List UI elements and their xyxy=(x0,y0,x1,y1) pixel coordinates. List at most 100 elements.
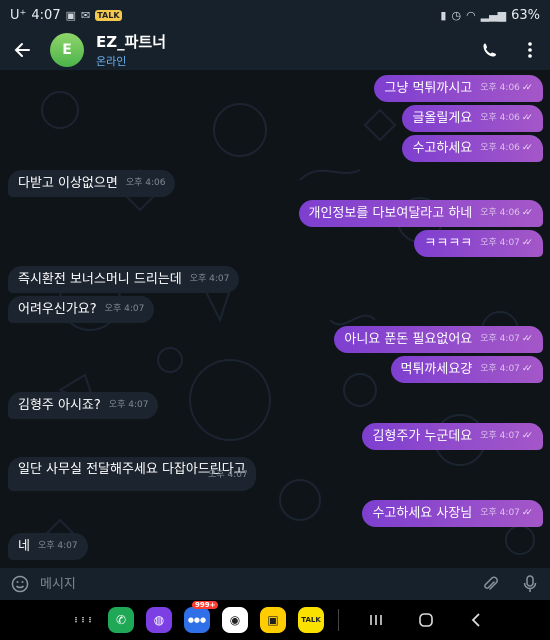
message-text: 글올릴게요 xyxy=(412,111,473,126)
battery-level: 63% xyxy=(511,7,540,23)
message-text: 아니요 푼돈 필요없어요 xyxy=(344,332,473,347)
carrier-label: U⁺ xyxy=(10,7,27,23)
taskbar-divider xyxy=(338,609,339,631)
home-icon[interactable] xyxy=(401,600,451,640)
incoming-message[interactable]: 네 오후 4:07 xyxy=(8,533,88,560)
message-timestamp: 오후 4:07 xyxy=(104,304,145,314)
microphone-icon[interactable] xyxy=(510,568,550,600)
outgoing-message[interactable]: ㅋㅋㅋㅋ 오후 4:07 ✓✓ xyxy=(414,230,543,257)
app-icon-glyph: ◍ xyxy=(153,613,165,627)
alarm-icon: ◷ xyxy=(451,8,462,22)
message-timestamp: 오후 4:07 xyxy=(37,541,78,551)
chat-title-block[interactable]: EZ_파트너 온라인 xyxy=(96,31,166,69)
read-receipt-icon: ✓✓ xyxy=(521,143,533,153)
message-time: 오후 4:06 ✓✓ xyxy=(480,75,533,102)
notification-count-badge: 999+ xyxy=(192,601,219,609)
message-notification-icon: ✉ xyxy=(81,8,91,22)
message-text: 다받고 이상없으면 xyxy=(18,176,118,191)
app-icon-glyph: ◉ xyxy=(229,613,241,627)
message-timestamp: 오후 4:07 xyxy=(208,470,248,480)
back-arrow-icon[interactable] xyxy=(0,30,44,70)
read-receipt-icon: ✓✓ xyxy=(521,431,533,441)
message-list[interactable]: 그냥 먹튀까시고 오후 4:06 ✓✓ 글올릴게요 오후 4:06 ✓✓ 수고하세요 오후 4… xyxy=(0,70,550,568)
messages-app-icon[interactable]: ●●● 999+ xyxy=(184,601,219,633)
outgoing-message[interactable]: 먹튀까세요걍 오후 4:07 ✓✓ xyxy=(390,356,543,383)
incoming-message[interactable]: 즉시환전 보너스머니 드리는데 오후 4:07 xyxy=(8,266,240,293)
message-timestamp: 오후 4:07 xyxy=(480,334,520,344)
attach-icon[interactable] xyxy=(470,568,510,600)
message-time: 오후 4:06 xyxy=(126,170,166,197)
chat-title: EZ_파트너 xyxy=(96,33,167,51)
message-time: 오후 4:07 xyxy=(105,296,145,323)
message-time: 오후 4:07 ✓✓ xyxy=(480,356,533,383)
clock: 4:07 xyxy=(31,7,61,23)
outgoing-message[interactable]: 아니요 푼돈 필요없어요 오후 4:07 ✓✓ xyxy=(334,326,543,353)
wifi-icon: ◠ xyxy=(466,8,476,22)
message-text: 네 xyxy=(18,539,30,554)
message-time: 오후 4:07 ✓✓ xyxy=(480,230,533,257)
signal-icon: ▂▄▆ xyxy=(480,8,507,22)
message-time: 오후 4:06 ✓✓ xyxy=(480,105,533,132)
incoming-message[interactable]: 김형주 아시죠? 오후 4:07 xyxy=(8,392,159,419)
kakaotalk-app-icon[interactable]: TALK xyxy=(298,607,324,633)
message-timestamp: 오후 4:06 xyxy=(480,143,520,153)
battery-saver-icon: ▮ xyxy=(440,8,447,22)
phone-call-icon[interactable] xyxy=(470,30,510,70)
message-timestamp: 오후 4:07 xyxy=(189,274,230,284)
outgoing-message[interactable]: 그냥 먹튀까시고 오후 4:06 ✓✓ xyxy=(374,75,543,102)
app-icon-glyph: TALK xyxy=(301,616,321,624)
incoming-message[interactable]: 다받고 이상없으면 오후 4:06 xyxy=(8,170,176,197)
more-options-icon[interactable] xyxy=(510,30,550,70)
message-timestamp: 오후 4:06 xyxy=(125,178,166,188)
outgoing-message[interactable]: 김형주가 누군데요 오후 4:07 ✓✓ xyxy=(362,423,543,450)
avatar[interactable]: E xyxy=(50,33,84,67)
outgoing-message[interactable]: 글올릴게요 오후 4:06 ✓✓ xyxy=(402,105,543,132)
outgoing-message[interactable]: 개인정보를 다보여달라고 하네 오후 4:06 ✓✓ xyxy=(298,200,543,227)
message-time: 오후 4:07 xyxy=(190,266,230,293)
kakaopage-app-icon[interactable]: ▣ xyxy=(260,607,286,633)
status-bar: U⁺ 4:07 ▣ ✉ TALK ▮ ◷ ◠ ▂▄▆ 63% xyxy=(0,0,550,30)
message-timestamp: 오후 4:07 xyxy=(480,508,520,518)
read-receipt-icon: ✓✓ xyxy=(521,113,533,123)
outgoing-message[interactable]: 수고하세요 오후 4:06 ✓✓ xyxy=(402,135,543,162)
message-text: 김형주가 누군데요 xyxy=(372,429,473,444)
message-text: 수고하세요 사장님 xyxy=(372,506,473,521)
message-timestamp: 오후 4:07 xyxy=(480,431,520,441)
app-icon-glyph: ▣ xyxy=(267,613,279,627)
system-back-icon[interactable] xyxy=(451,600,501,640)
recent-apps-icon[interactable] xyxy=(351,600,401,640)
message-text: 수고하세요 xyxy=(412,141,473,156)
message-time: 오후 4:07 xyxy=(109,392,149,419)
system-navigation-bar: ⋮⋮⋮ ✆ ◍ ●●● 999+ ◉ ▣ TALK xyxy=(0,600,550,640)
message-time: 오후 4:07 xyxy=(38,533,78,560)
app-icon-glyph: ●●● xyxy=(187,616,207,624)
internet-app-icon[interactable]: ◍ xyxy=(146,607,172,633)
emoji-icon[interactable] xyxy=(0,568,40,600)
message-text: 개인정보를 다보여달라고 하네 xyxy=(308,206,473,221)
read-receipt-icon: ✓✓ xyxy=(521,334,533,344)
app-icon-glyph: ✆ xyxy=(115,613,127,627)
incoming-message[interactable]: 어려우신가요? 오후 4:07 xyxy=(8,296,155,323)
app-icon-glyph: ⋮⋮⋮ xyxy=(72,616,94,624)
camera-app-icon[interactable]: ◉ xyxy=(222,607,248,633)
message-timestamp: 오후 4:07 xyxy=(480,364,520,374)
talk-notification-icon: TALK xyxy=(95,9,122,21)
message-text: 즉시환전 보너스머니 드리는데 xyxy=(18,272,182,287)
phone-app-icon[interactable]: ✆ xyxy=(108,607,134,633)
chat-header: E EZ_파트너 온라인 xyxy=(0,30,550,70)
message-time: 오후 4:06 ✓✓ xyxy=(480,200,533,227)
online-status: 온라인 xyxy=(96,55,127,68)
message-time: 오후 4:07 ✓✓ xyxy=(480,326,533,353)
message-time: 오후 4:07 xyxy=(208,462,248,489)
message-text: 김형주 아시죠? xyxy=(18,398,101,413)
message-timestamp: 오후 4:06 xyxy=(480,83,520,93)
message-text: 그냥 먹튀까시고 xyxy=(384,81,473,96)
outgoing-message[interactable]: 수고하세요 사장님 오후 4:07 ✓✓ xyxy=(362,500,543,527)
message-timestamp: 오후 4:06 xyxy=(480,208,520,218)
incoming-message[interactable]: 일단 사무실 전달해주세요 다잡아드린다고 오후 4:07 xyxy=(8,457,256,491)
grid-icon[interactable]: ⋮⋮⋮ xyxy=(70,607,96,633)
message-input[interactable] xyxy=(40,570,470,598)
message-text: 먹튀까세요걍 xyxy=(400,362,473,377)
message-composer xyxy=(0,568,550,600)
message-text: ㅋㅋㅋㅋ xyxy=(424,236,473,251)
